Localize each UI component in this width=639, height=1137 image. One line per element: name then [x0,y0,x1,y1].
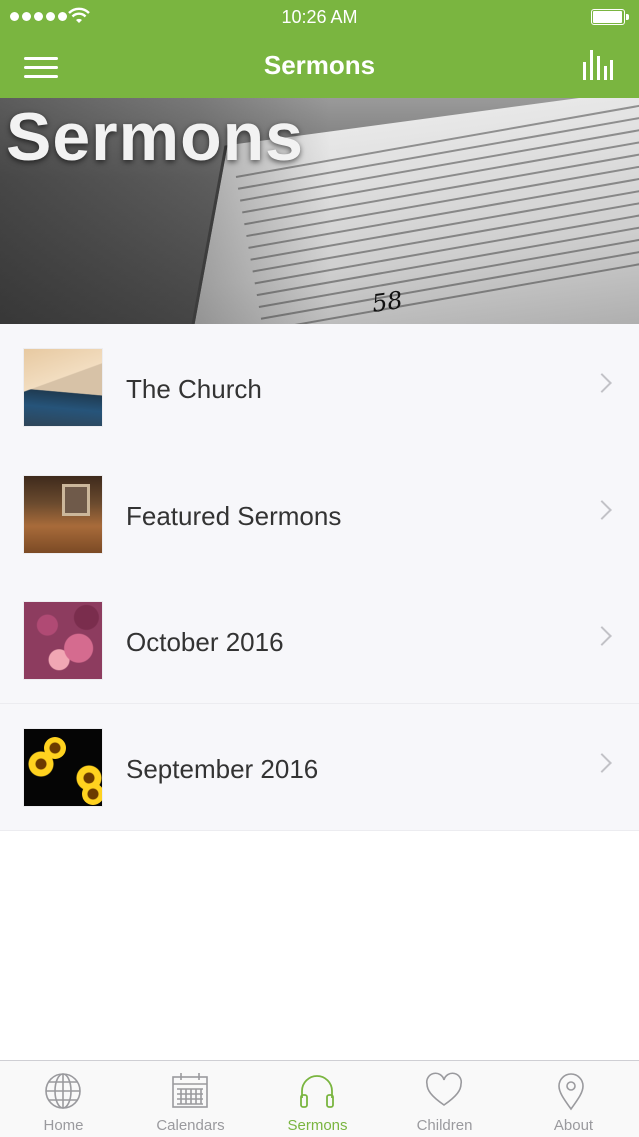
list-item-label: September 2016 [126,754,319,784]
hero-title: Sermons [6,99,304,175]
list-item-label: The Church [126,374,262,404]
list-item-october-2016[interactable]: October 2016 [0,577,639,704]
page-title: Sermons [263,50,376,80]
list-item-september-2016[interactable]: September 2016 [0,704,639,831]
nav-bar: Sermons [0,34,639,98]
list-item-label: Featured Sermons [126,501,342,531]
chevron-right-icon [592,753,612,773]
september-thumbnail [24,729,102,806]
list-item-label: October 2016 [126,627,284,657]
battery-icon [591,9,629,25]
calendar-icon [172,1073,208,1108]
tab-label: Calendars [156,1117,225,1134]
hero-banner: 58 Sermons [0,98,639,324]
status-bar: 10:26 AM [0,0,639,34]
location-pin-icon [558,1073,584,1111]
october-thumbnail [24,602,102,679]
tab-label: About [553,1117,594,1134]
tab-calendars[interactable]: Calendars [127,1061,254,1137]
list-item-featured-sermons[interactable]: Featured Sermons [0,451,639,578]
tab-children[interactable]: Children [381,1061,508,1137]
headphones-icon [300,1075,334,1108]
globe-icon [45,1073,81,1109]
bar-chart-icon[interactable] [583,48,613,80]
status-time: 10:26 AM [281,7,358,27]
tab-about[interactable]: About [508,1061,639,1137]
verse-number: 58 [370,286,405,318]
chevron-right-icon [592,500,612,520]
heart-icon [425,1072,463,1106]
tab-home[interactable]: Home [0,1061,127,1137]
tab-label: Children [416,1117,473,1134]
list-item-the-church[interactable]: The Church [0,324,639,452]
chevron-right-icon [592,626,612,646]
church-thumbnail [24,349,102,426]
featured-sermons-thumbnail [24,476,102,553]
tab-label: Sermons [287,1117,348,1134]
chevron-right-icon [592,373,612,393]
tab-sermons[interactable]: Sermons [254,1061,381,1137]
tab-bar: Home Calendars Sermons Children About [0,1060,639,1137]
tab-label: Home [43,1117,84,1134]
